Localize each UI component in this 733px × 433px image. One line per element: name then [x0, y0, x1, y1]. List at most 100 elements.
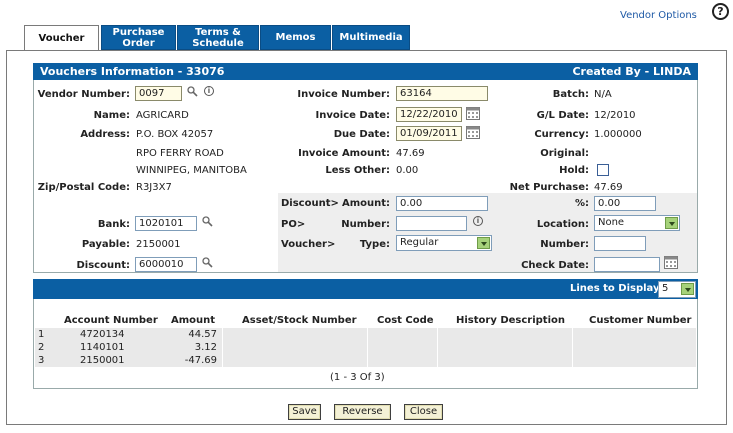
- name-label: Name:: [93, 110, 130, 121]
- lines-to-display-select[interactable]: 5: [658, 281, 696, 298]
- close-button[interactable]: Close: [404, 404, 443, 420]
- help-icon[interactable]: ?: [712, 3, 729, 20]
- save-button[interactable]: Save: [288, 404, 321, 420]
- search-icon[interactable]: [187, 86, 198, 97]
- location-value: None: [598, 217, 625, 228]
- row-amount: -47.69: [184, 355, 217, 366]
- row-amount: 3.12: [194, 342, 217, 353]
- less-other-value: 0.00: [396, 165, 419, 176]
- tab-voucher[interactable]: Voucher: [24, 25, 99, 51]
- reverse-button[interactable]: Reverse: [334, 404, 391, 420]
- table-row[interactable]: 3 2150001 -47.69: [35, 354, 696, 367]
- payable-label: Payable:: [81, 239, 130, 250]
- hold-label: Hold:: [559, 165, 589, 176]
- calendar-icon[interactable]: [664, 256, 678, 269]
- voucher-group-label: Voucher>: [281, 239, 336, 250]
- hold-checkbox[interactable]: [597, 164, 609, 176]
- tab-memos[interactable]: Memos: [260, 25, 331, 50]
- location-label: Location:: [536, 219, 589, 230]
- info-icon[interactable]: i: [473, 216, 483, 226]
- tab-label: Terms & Schedule: [192, 26, 244, 49]
- amount-label: Amount:: [341, 198, 390, 209]
- lines-to-display-label: Lines to Display:: [570, 283, 664, 294]
- invoice-amount-value: 47.69: [396, 148, 425, 159]
- bank-input[interactable]: 1020101: [135, 216, 197, 231]
- bank-label: Bank:: [97, 219, 130, 230]
- invoice-number-input[interactable]: 63164: [396, 86, 488, 101]
- row-account: 1140101: [80, 342, 125, 353]
- invoice-number-label: Invoice Number:: [297, 89, 390, 100]
- discount-group-label: Discount>: [281, 198, 339, 209]
- table-row[interactable]: 2 1140101 3.12: [35, 341, 696, 354]
- po-number-label: Number:: [341, 219, 390, 230]
- tab-label: Purchase Order: [112, 26, 165, 49]
- batch-label: Batch:: [552, 89, 589, 100]
- voucher-info-header: Vouchers Information - 33076 Created By …: [33, 63, 698, 80]
- gl-date-label: G/L Date:: [536, 110, 589, 121]
- col-account-number: Account Number: [64, 315, 158, 326]
- currency-label: Currency:: [534, 129, 589, 140]
- tab-purchase-order[interactable]: Purchase Order: [101, 25, 176, 50]
- address-line-3: WINNIPEG, MANITOBA: [136, 165, 247, 176]
- search-icon[interactable]: [202, 257, 213, 268]
- discount-percent-input[interactable]: 0.00: [594, 196, 656, 211]
- info-icon[interactable]: i: [204, 86, 214, 96]
- row-account: 4720134: [80, 329, 125, 340]
- col-amount: Amount: [171, 315, 216, 326]
- row-number: 3: [38, 355, 45, 366]
- location-select[interactable]: None: [594, 215, 680, 231]
- check-date-label: Check Date:: [521, 260, 589, 271]
- original-label: Original:: [540, 148, 589, 159]
- calendar-icon[interactable]: [466, 126, 480, 139]
- voucher-number-input[interactable]: [594, 236, 646, 251]
- row-amount: 44.57: [188, 329, 217, 340]
- calendar-icon[interactable]: [466, 107, 480, 120]
- row-account: 2150001: [80, 355, 125, 366]
- tab-terms-schedule[interactable]: Terms & Schedule: [177, 25, 259, 50]
- gl-date-value: 12/2010: [594, 110, 636, 121]
- address-line-2: RPO FERRY ROAD: [136, 148, 224, 159]
- vendor-number-label: Vendor Number:: [37, 89, 130, 100]
- invoice-amount-label: Invoice Amount:: [298, 148, 390, 159]
- payable-value: 2150001: [136, 239, 181, 250]
- less-other-label: Less Other:: [325, 165, 390, 176]
- col-history-description: History Description: [456, 315, 566, 326]
- zip-value: R3J3X7: [136, 182, 172, 193]
- po-number-input[interactable]: [396, 216, 467, 231]
- voucher-number-label: Number:: [540, 239, 589, 250]
- chevron-down-icon[interactable]: [665, 217, 678, 229]
- discount-amount-input[interactable]: 0.00: [396, 196, 488, 211]
- chevron-down-icon[interactable]: [681, 283, 694, 295]
- address-line-1: P.O. BOX 42057: [136, 129, 214, 140]
- voucher-type-select[interactable]: Regular: [396, 235, 492, 251]
- chevron-down-icon[interactable]: [477, 237, 490, 249]
- zip-label: Zip/Postal Code:: [37, 182, 130, 193]
- po-group-label: PO>: [281, 219, 306, 230]
- table-row[interactable]: 1 4720134 44.57: [35, 328, 696, 341]
- tab-multimedia[interactable]: Multimedia: [332, 25, 410, 50]
- vendor-name: AGRICARD: [136, 110, 189, 121]
- invoice-date-label: Invoice Date:: [315, 110, 390, 121]
- discount-account-input[interactable]: 6000010: [135, 257, 197, 272]
- voucher-info-title: Vouchers Information - 33076: [40, 65, 225, 78]
- vendor-options-link[interactable]: Vendor Options: [620, 10, 697, 21]
- type-label: Type:: [359, 239, 390, 250]
- invoice-date-input[interactable]: 12/22/2010: [396, 107, 462, 122]
- voucher-type-value: Regular: [400, 237, 439, 248]
- batch-value: N/A: [594, 89, 612, 100]
- row-number: 1: [38, 329, 45, 340]
- due-date-input[interactable]: 01/09/2011: [396, 126, 462, 141]
- currency-value: 1.000000: [594, 129, 642, 140]
- discount-account-label: Discount:: [76, 260, 131, 271]
- created-by: Created By - LINDA: [572, 65, 691, 78]
- check-date-input[interactable]: [594, 257, 660, 272]
- percent-label: %:: [574, 198, 589, 209]
- lines-to-display-value: 5: [662, 283, 669, 294]
- address-label: Address:: [80, 129, 130, 140]
- pagination-text: (1 - 3 Of 3): [330, 372, 385, 383]
- vendor-number-input[interactable]: 0097: [135, 86, 182, 101]
- due-date-label: Due Date:: [333, 129, 390, 140]
- search-icon[interactable]: [202, 216, 213, 227]
- col-customer-number: Customer Number: [589, 315, 692, 326]
- net-purchase-value: 47.69: [594, 182, 623, 193]
